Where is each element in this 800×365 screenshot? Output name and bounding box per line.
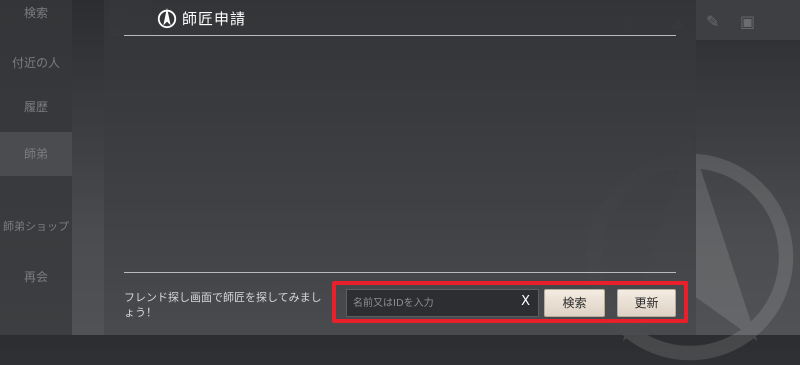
dialog-title: 師匠申請 (182, 9, 247, 28)
mentor-request-dialog: 師匠申請 フレンド探し画面で師匠を探してみましょう！ X 検索 更新 (104, 0, 696, 335)
sidebar-item-mentor: 師弟 (0, 132, 72, 176)
sidebar-item-nearby: 付近の人 (11, 56, 60, 70)
bottom-divider (124, 272, 676, 273)
sidebar-item-history: 履歴 (23, 100, 48, 114)
hint-text: フレンド探し画面で師匠を探してみましょう！ (124, 291, 322, 319)
star-emblem-icon (157, 7, 177, 29)
dialog-header: 師匠申請 (156, 6, 246, 30)
sidebar-item-mentor-shop: 師弟ショップ (3, 220, 69, 233)
sidebar-item-search: 検索 (23, 6, 48, 20)
edit-icon: ✎ (706, 12, 720, 31)
chat-icon: ▣ (740, 12, 756, 31)
top-divider (124, 35, 676, 36)
clear-button[interactable]: X (521, 294, 530, 309)
search-input[interactable] (347, 290, 512, 316)
sidebar-item-reunion: 再会 (23, 270, 48, 284)
search-field: X (346, 289, 539, 317)
refresh-button[interactable]: 更新 (617, 289, 676, 317)
background-sidebar: 検索 付近の人 履歴 師弟 師弟ショップ 再会 (0, 0, 72, 335)
search-button[interactable]: 検索 (544, 289, 605, 317)
